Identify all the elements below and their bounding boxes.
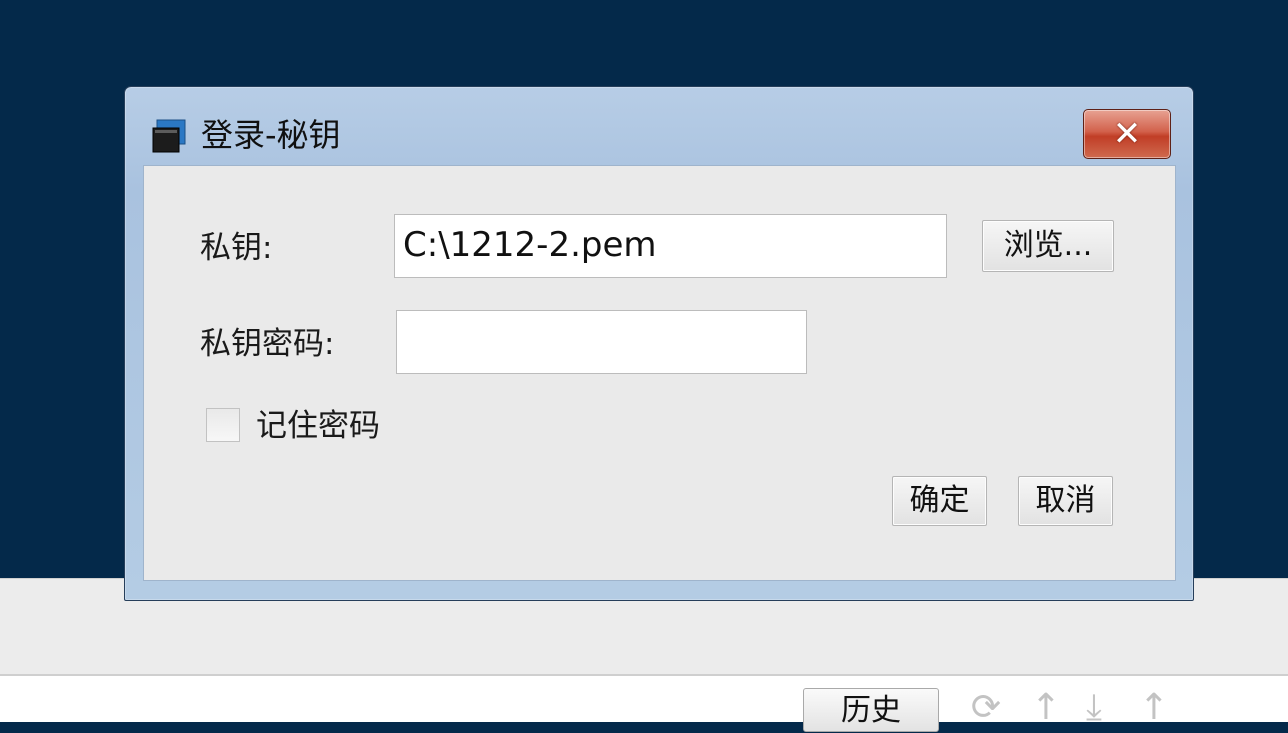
login-key-dialog: 登录-秘钥 ✕ 私钥: C:\1212-2.pem 浏览... 私钥密码: 记住… — [124, 86, 1194, 601]
passphrase-label: 私钥密码: — [200, 326, 335, 362]
remember-password-checkbox[interactable] — [206, 408, 240, 442]
upload-icon[interactable]: ↑ — [1028, 690, 1064, 726]
app-window-icon — [152, 119, 186, 153]
close-icon: ✕ — [1112, 114, 1142, 154]
close-button[interactable]: ✕ — [1083, 109, 1171, 159]
upload-icon[interactable]: ↑ — [1136, 690, 1172, 726]
dialog-title: 登录-秘钥 — [201, 116, 341, 154]
remember-password-label[interactable]: 记住密码 — [256, 404, 380, 448]
history-button[interactable]: 历史 — [803, 688, 939, 732]
private-key-input[interactable]: C:\1212-2.pem — [394, 214, 947, 278]
dialog-content: 私钥: C:\1212-2.pem 浏览... 私钥密码: 记住密码 确定 取消 — [143, 165, 1176, 581]
dialog-titlebar[interactable]: 登录-秘钥 ✕ — [125, 87, 1193, 165]
refresh-icon[interactable]: ⟳ — [968, 690, 1004, 726]
browse-button[interactable]: 浏览... — [982, 220, 1114, 272]
passphrase-input[interactable] — [396, 310, 807, 374]
ok-button[interactable]: 确定 — [892, 476, 987, 526]
cancel-button[interactable]: 取消 — [1018, 476, 1113, 526]
download-icon[interactable]: ⤓ — [1076, 690, 1112, 726]
private-key-label: 私钥: — [200, 230, 273, 266]
